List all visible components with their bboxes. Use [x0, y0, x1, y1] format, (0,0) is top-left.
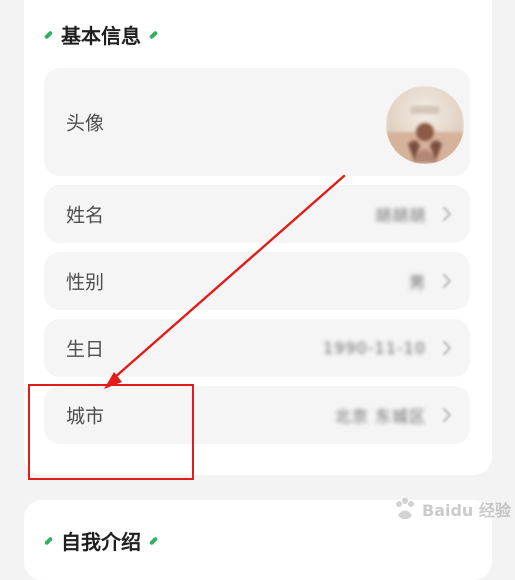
baidu-watermark: Baidu 经验: [392, 496, 511, 522]
gender-row[interactable]: 性别 男: [44, 252, 470, 310]
leaf-icon: [43, 535, 54, 546]
leaf-icon: [148, 535, 159, 546]
baidu-paw-icon: [396, 498, 414, 520]
gender-label: 性别: [66, 271, 105, 294]
birthday-row[interactable]: 生日 1990-11-10: [44, 319, 470, 377]
leaf-icon: [43, 29, 54, 40]
avatar-label: 头像: [66, 112, 105, 135]
birthday-value: 1990-11-10: [323, 338, 426, 358]
basic-info-title-text: 基本信息: [61, 24, 141, 48]
name-row[interactable]: 姓名 胡胡胡: [44, 185, 470, 243]
name-label: 姓名: [66, 204, 105, 227]
gender-value: 男: [408, 273, 426, 292]
chevron-right-icon: [443, 408, 451, 422]
city-value: 北京 东城区: [334, 407, 426, 426]
avatar-row[interactable]: 头像: [44, 68, 470, 176]
basic-info-title: 基本信息: [43, 20, 159, 49]
chevron-right-icon: [443, 207, 451, 221]
birthday-label: 生日: [66, 338, 105, 361]
avatar[interactable]: [386, 86, 464, 164]
name-value: 胡胡胡: [374, 206, 426, 225]
chevron-right-icon: [443, 341, 451, 355]
leaf-icon: [148, 29, 159, 40]
avatar-image: [386, 86, 464, 164]
chevron-right-icon: [443, 274, 451, 288]
baidu-watermark-text: Baidu 经验: [422, 501, 511, 520]
highlight-box: [28, 384, 194, 480]
